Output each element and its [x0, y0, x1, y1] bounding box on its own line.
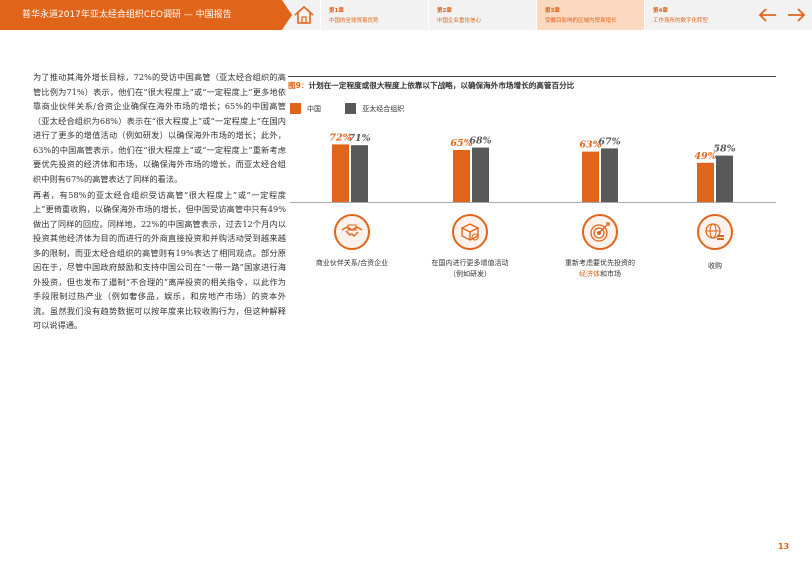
- tab-chapter-label: 第1章: [329, 8, 344, 14]
- legend-label-apec: 亚太经合组织: [362, 104, 405, 113]
- tab-chapter-1[interactable]: 第1章 中国的全球贸易优势: [320, 0, 428, 30]
- caption-highlight: 经济体: [579, 270, 600, 278]
- bar-chart: 72%71% 65%68% 63%67%49%58%: [329, 132, 736, 202]
- globe-coins-icon: [697, 214, 733, 250]
- bar-china-1: [453, 150, 470, 202]
- box-icon: [452, 214, 488, 250]
- legend-label-china: 中国: [307, 104, 321, 113]
- figure-number: 图9：: [288, 81, 309, 90]
- legend-swatch-china: [290, 103, 301, 114]
- caption-domestic-value-add: 在国内进行更多增值活动 （例如研发）: [410, 258, 530, 280]
- tab-label: 受瞩目影响的区域内贸易增长: [545, 18, 617, 24]
- caption-text-post: 和市场: [600, 270, 621, 278]
- tab-chapter-label: 第3章: [545, 8, 560, 14]
- previous-page-arrow-icon[interactable]: [756, 3, 780, 27]
- home-icon[interactable]: [293, 5, 315, 25]
- chart-baseline-divider: [290, 202, 776, 203]
- bar-value-label: 71%: [348, 133, 370, 144]
- tab-chapter-4[interactable]: 第4章 工作场所的数字化转型: [644, 0, 748, 30]
- bar-china-0: [332, 144, 349, 202]
- caption-acquisitions: 收购: [655, 261, 775, 272]
- bar-china-2: [582, 151, 599, 202]
- figure-title: 图9：计划在一定程度或很大程度上依靠以下战略，以确保海外市场增长的高管百分比: [288, 76, 776, 91]
- tab-label: 中国企业重拾信心: [437, 18, 482, 24]
- caption-reconsider-investment: 重新考虑要优先投资的 经济体和市场: [540, 258, 660, 280]
- legend-swatch-apec: [345, 103, 357, 114]
- bar-apec-1: [472, 147, 489, 202]
- caption-text-line2: （例如研发）: [449, 270, 491, 278]
- brand-arrow-decoration: [282, 0, 292, 30]
- bar-value-label: 68%: [469, 136, 491, 147]
- target-icon: [582, 214, 618, 250]
- tab-label: 中国的全球贸易优势: [329, 18, 379, 24]
- tab-chapter-label: 第4章: [653, 8, 668, 14]
- chart-legend: 中国 亚太经合组织: [290, 103, 426, 114]
- next-page-arrow-icon[interactable]: [784, 3, 808, 27]
- bar-value-label: 67%: [598, 136, 620, 147]
- caption-text: 在国内进行更多增值活动: [431, 259, 509, 267]
- body-text-column: 为了推动其海外增长目标，72%的受访中国高管（亚太经合组织的高管比例为71%）表…: [33, 70, 286, 334]
- tab-label: 工作场所的数字化转型: [653, 18, 709, 24]
- body-paragraph-2: 再者，有58%的亚太经合组织受访高管“很大程度上”或“一定程度上”更倚重收购，以…: [33, 189, 286, 331]
- tab-chapter-2[interactable]: 第2章 中国企业重拾信心: [428, 0, 536, 30]
- tab-chapter-label: 第2章: [437, 8, 452, 14]
- body-paragraph-1: 为了推动其海外增长目标，72%的受访中国高管（亚太经合组织的高管比例为71%）表…: [33, 72, 286, 184]
- handshake-icon: [334, 214, 370, 250]
- bar-value-label: 58%: [713, 144, 735, 155]
- page-number: 13: [778, 542, 790, 551]
- bar-apec-2: [601, 148, 618, 202]
- report-title: 普华永道2017年亚太经合组织CEO调研 — 中国报告: [0, 0, 282, 30]
- tab-chapter-3[interactable]: 第3章 受瞩目影响的区域内贸易增长: [536, 0, 644, 30]
- caption-text: 商业伙伴关系/合资企业: [315, 259, 389, 267]
- bar-apec-3: [716, 155, 733, 202]
- caption-text: 重新考虑要优先投资的: [565, 259, 635, 267]
- bar-apec-0: [351, 145, 368, 202]
- bar-china-3: [697, 162, 714, 202]
- figure-title-text: 计划在一定程度或很大程度上依靠以下战略，以确保海外市场增长的高管百分比: [308, 81, 575, 90]
- caption-partnerships: 商业伙伴关系/合资企业: [292, 258, 412, 269]
- caption-text: 收购: [708, 262, 722, 270]
